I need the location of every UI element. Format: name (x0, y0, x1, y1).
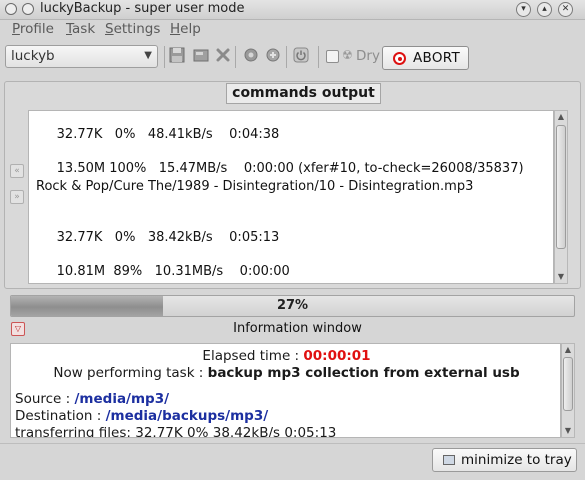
previous-arrow-icon[interactable]: « (10, 164, 24, 178)
output-line: 13.50M 100% 15.47MB/s 0:00:00 (xfer#10, … (36, 161, 524, 176)
progress-bar: 27% (10, 295, 575, 317)
toolbar-separator (286, 46, 287, 68)
window-title: luckyBackup - super user mode (40, 1, 245, 16)
menu-profile[interactable]: Profile (12, 21, 54, 37)
menu-help[interactable]: Help (170, 21, 201, 37)
output-line: 32.77K 0% 38.42kB/s 0:05:13 (36, 230, 280, 245)
current-task-value: backup mp3 collection from external usb (207, 365, 520, 381)
menu-settings[interactable]: Settings (105, 21, 160, 37)
toolbar-separator (235, 46, 236, 68)
scrollbar-thumb[interactable] (556, 125, 566, 249)
commands-output-text: 32.77K 0% 48.41kB/s 0:04:38 13.50M 100% … (28, 110, 554, 284)
commands-output-title: commands output (226, 83, 381, 104)
dry-run-label: Dry (356, 48, 380, 64)
elapsed-time-value: 00:00:01 (303, 348, 371, 364)
delete-icon[interactable] (214, 47, 232, 65)
title-bar: luckyBackup - super user mode ▾ ▴ ✕ (0, 0, 585, 20)
scroll-down-icon[interactable]: ▼ (555, 271, 567, 283)
abort-button-label: ABORT (413, 50, 461, 66)
commands-scrollbar[interactable]: ▲ ▼ (554, 110, 568, 284)
output-line: 32.77K 0% 48.41kB/s 0:04:38 (36, 127, 280, 142)
source-row: Source : /media/mp3/ (15, 391, 170, 407)
scroll-down-icon[interactable]: ▼ (562, 425, 574, 437)
elapsed-time-row: Elapsed time : 00:00:01 (202, 348, 371, 364)
progress-label: 27% (276, 298, 309, 313)
next-arrow-icon[interactable]: » (10, 190, 24, 204)
record-stop-icon (393, 52, 406, 65)
maximize-window-button[interactable]: ▴ (537, 2, 552, 17)
close-window-button[interactable]: ✕ (558, 2, 573, 17)
profile-select-value: luckyb (11, 48, 55, 64)
menu-task[interactable]: Task (66, 21, 95, 37)
information-window: Elapsed time : 00:00:01 Now performing t… (10, 343, 561, 438)
information-scrollbar[interactable]: ▲ ▼ (561, 343, 575, 438)
chevron-down-icon: ▼ (144, 50, 152, 61)
keep-above-icon[interactable] (22, 3, 34, 15)
source-path: /media/mp3/ (74, 391, 170, 407)
settings-icon[interactable] (264, 47, 282, 65)
shutdown-icon[interactable] (292, 47, 310, 65)
radiation-icon: ☢ (342, 48, 353, 62)
minimize-to-tray-label: minimize to tray (461, 452, 572, 468)
scrollbar-thumb[interactable] (563, 357, 573, 411)
toolbar-separator (318, 46, 319, 68)
toolbar-separator (164, 46, 165, 68)
transfer-status: transferring files: 32.77K 0% 38.42kB/s … (15, 425, 337, 438)
current-task-row: Now performing task : backup mp3 collect… (53, 365, 520, 381)
refresh-icon[interactable] (242, 47, 260, 65)
scroll-up-icon[interactable]: ▲ (562, 344, 574, 356)
bottom-divider (0, 443, 585, 444)
information-window-title: Information window (233, 321, 362, 336)
tray-icon (443, 455, 455, 465)
app-menu-icon[interactable] (5, 3, 17, 15)
dry-run-checkbox[interactable] (326, 50, 339, 63)
profile-select[interactable]: luckyb ▼ (5, 45, 158, 68)
menu-bar: Profile Task Settings Help (0, 20, 585, 40)
abort-button[interactable]: ABORT (382, 46, 469, 70)
destination-row: Destination : /media/backups/mp3/ (15, 408, 269, 424)
output-line: Rock & Pop/Cure The/1989 - Disintegratio… (36, 179, 474, 194)
scroll-up-icon[interactable]: ▲ (555, 111, 567, 123)
output-line: 10.81M 89% 10.31MB/s 0:00:00 (36, 264, 290, 279)
minimize-to-tray-button[interactable]: minimize to tray (432, 448, 577, 472)
destination-path: /media/backups/mp3/ (105, 408, 269, 424)
collapse-icon[interactable]: ▽ (11, 322, 25, 336)
save-icon[interactable] (168, 47, 186, 65)
save-as-icon[interactable] (192, 47, 210, 65)
minimize-window-button[interactable]: ▾ (516, 2, 531, 17)
